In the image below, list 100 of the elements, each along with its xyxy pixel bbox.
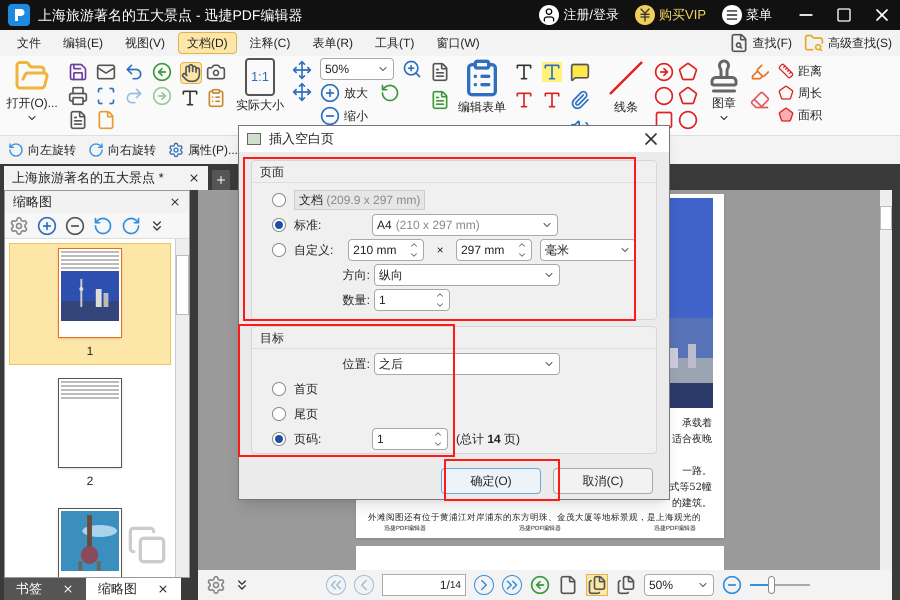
settings-icon[interactable]: [206, 575, 226, 595]
scrollbar[interactable]: [175, 239, 189, 577]
zoom-dropdown[interactable]: 50%: [320, 58, 394, 80]
menu-item[interactable]: 文档(D): [178, 32, 237, 54]
radio-button[interactable]: [272, 432, 286, 446]
option-label: 页码:: [294, 431, 322, 448]
camera-icon[interactable]: [206, 62, 226, 82]
menu-item[interactable]: 视图(V): [116, 32, 174, 54]
scrollbar[interactable]: [880, 190, 892, 570]
main-menu-button[interactable]: 菜单: [722, 5, 772, 25]
radio-button[interactable]: [272, 407, 286, 421]
radio-button[interactable]: [272, 218, 286, 232]
radio-button[interactable]: [272, 243, 286, 257]
mail-icon[interactable]: [96, 62, 116, 82]
facing-pages-icon[interactable]: [616, 575, 636, 595]
position-dropdown[interactable]: 之后: [374, 353, 560, 375]
page-text: 承载着: [682, 416, 712, 431]
clipboard-icon[interactable]: [206, 88, 226, 108]
hand-tool-icon[interactable]: [180, 62, 202, 84]
cancel-button[interactable]: 取消(C): [553, 468, 653, 494]
plus-icon: [320, 83, 340, 103]
option-label: 尾页: [294, 406, 318, 423]
zoom-in-icon[interactable]: [402, 59, 422, 79]
last-page-icon[interactable]: [502, 575, 522, 595]
eraser-icon[interactable]: [750, 90, 770, 110]
menu-item[interactable]: 表单(R): [303, 32, 362, 54]
page-thumbnail[interactable]: 1: [9, 243, 171, 365]
back-icon[interactable]: [152, 62, 172, 82]
continuous-page-icon[interactable]: [586, 574, 608, 596]
attachment-icon[interactable]: [570, 90, 590, 110]
open-button[interactable]: 打开(O)...: [4, 58, 60, 124]
ellipse-icon[interactable]: [654, 86, 674, 106]
text-select-icon[interactable]: [180, 88, 200, 108]
scan-icon[interactable]: [96, 86, 116, 106]
new-tab-icon[interactable]: [212, 170, 230, 190]
zoom-out-icon[interactable]: [65, 216, 85, 236]
field-label: 数量:: [342, 292, 370, 309]
undo-icon[interactable]: [124, 62, 144, 82]
ok-button[interactable]: 确定(O): [441, 468, 541, 494]
height-field[interactable]: 297 mm: [456, 239, 532, 261]
toolbar-button[interactable]: 向左旋转: [8, 141, 76, 159]
zoom-in-icon[interactable]: [37, 216, 57, 236]
unit-dropdown[interactable]: 毫米: [540, 239, 636, 261]
back-icon[interactable]: [530, 575, 550, 595]
note-icon[interactable]: [570, 62, 590, 82]
settings-icon[interactable]: [9, 216, 29, 236]
highlight-text-icon[interactable]: [542, 62, 562, 82]
zoom-out-button[interactable]: 缩小: [320, 106, 422, 126]
count-field[interactable]: 1: [374, 289, 450, 311]
page-number-field[interactable]: 1/14: [382, 574, 466, 596]
toolbar-button[interactable]: 属性(P)...: [168, 141, 238, 159]
page-field[interactable]: 1: [372, 428, 448, 450]
page-text: 的建筑。: [672, 496, 712, 511]
zoom-in-button[interactable]: 放大: [320, 83, 368, 103]
maximize-icon[interactable]: [836, 7, 852, 23]
next-page-icon[interactable]: [474, 575, 494, 595]
width-field[interactable]: 210 mm: [348, 239, 424, 261]
distance-button[interactable]: 距离: [778, 62, 822, 80]
menu-item[interactable]: 编辑(E): [54, 32, 112, 54]
line-button[interactable]: 线条: [606, 58, 646, 116]
save-icon[interactable]: [68, 62, 88, 82]
vip-button[interactable]: 购买VIP: [635, 5, 706, 25]
account-button[interactable]: 注册/登录: [539, 5, 620, 25]
rotate-icon[interactable]: [380, 83, 400, 103]
close-icon: [188, 172, 200, 184]
pentagon-icon[interactable]: [678, 86, 698, 106]
toolbar-button[interactable]: 向右旋转: [88, 141, 156, 159]
zoom-out-icon[interactable]: [722, 575, 742, 595]
zoom-slider[interactable]: [750, 575, 810, 595]
menu-item[interactable]: 注释(C): [240, 32, 300, 54]
zoom-dropdown[interactable]: 50%: [644, 574, 714, 596]
area-button[interactable]: 面积: [778, 106, 822, 124]
radio-button[interactable]: [272, 382, 286, 396]
paper-size-dropdown[interactable]: A4 (210 x 297 mm): [372, 214, 558, 236]
document-tab[interactable]: 上海旅游著名的五大景点 *: [4, 166, 208, 190]
print-icon[interactable]: [68, 86, 88, 106]
actual-size-button[interactable]: 1:1 实际大小: [236, 58, 284, 114]
orientation-dropdown[interactable]: 纵向: [374, 264, 560, 286]
menu-item[interactable]: 工具(T): [366, 32, 424, 54]
window-title: 上海旅游著名的五大景点 - 迅捷PDF编辑器: [38, 6, 302, 24]
menu-item[interactable]: 窗口(W): [427, 32, 489, 54]
perimeter-button[interactable]: 周长: [778, 84, 822, 102]
polygon-icon[interactable]: [678, 62, 698, 82]
menu-item[interactable]: 文件: [8, 32, 50, 54]
edit-form-button[interactable]: 编辑表单: [458, 58, 506, 116]
folder-search-icon: [804, 33, 824, 53]
advanced-search-button[interactable]: 高级查找(S): [804, 33, 892, 53]
text-box-icon[interactable]: [514, 62, 534, 82]
close-icon[interactable]: [169, 196, 181, 208]
rotate-right-icon[interactable]: [121, 216, 141, 236]
stamp-button[interactable]: 图章: [706, 58, 742, 124]
page-thumbnail[interactable]: 2: [9, 373, 171, 495]
radio-button[interactable]: [272, 193, 286, 207]
panel-tab[interactable]: 缩略图: [86, 578, 181, 600]
pencil-icon[interactable]: [750, 62, 770, 82]
panel-tab[interactable]: 书签: [4, 578, 86, 600]
rotate-left-icon[interactable]: [93, 216, 113, 236]
pentagon-icon: [778, 85, 794, 101]
single-page-icon[interactable]: [558, 575, 578, 595]
search-button[interactable]: 查找(F): [728, 33, 792, 53]
